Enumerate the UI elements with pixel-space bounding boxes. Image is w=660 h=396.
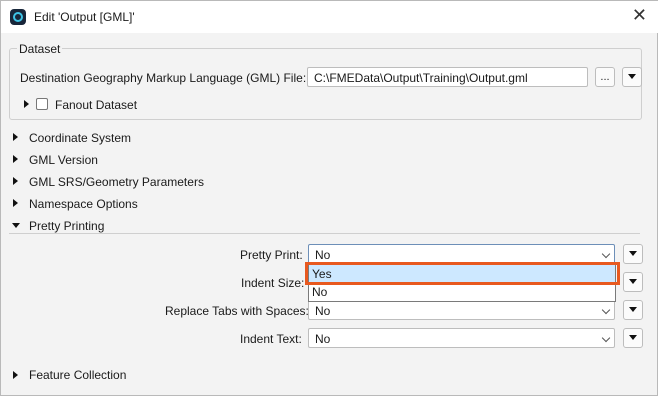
replace-tabs-value: No [315,304,331,318]
fanout-expand-icon[interactable] [24,100,29,108]
triangle-down-icon [629,279,637,284]
gml-version-expand-icon[interactable] [13,155,18,163]
indent-size-label: Indent Size: [241,276,305,290]
namespace-expand-icon[interactable] [13,199,18,207]
title-bar: Edit 'Output [GML]' ✕ [1,1,659,33]
destination-file-label: Destination Geography Markup Language (G… [20,71,307,85]
window-title: Edit 'Output [GML]' [34,10,135,24]
indent-text-select[interactable]: No [308,328,615,348]
indent-text-label: Indent Text: [240,332,302,346]
triangle-down-icon [629,307,637,312]
chevron-down-icon [601,305,611,315]
section-gml-srs-geometry[interactable]: GML SRS/Geometry Parameters [29,175,204,189]
fme-app-icon [10,9,26,25]
dropdown-option-no[interactable]: No [309,283,615,301]
section-pretty-printing[interactable]: Pretty Printing [29,219,104,233]
indent-size-options-button[interactable] [623,272,643,292]
dataset-group-title: Dataset [17,42,63,56]
browse-button[interactable]: ... [595,67,615,87]
triangle-down-icon [629,251,637,256]
triangle-down-icon [629,335,637,340]
replace-tabs-label: Replace Tabs with Spaces: [165,304,309,318]
destination-options-button[interactable] [622,67,642,87]
chevron-down-icon [601,249,611,259]
section-namespace-options[interactable]: Namespace Options [29,197,138,211]
coordinate-system-expand-icon[interactable] [13,133,18,141]
pretty-print-options-button[interactable] [623,244,643,264]
pretty-printing-collapse-icon[interactable] [12,223,20,228]
feature-collection-expand-icon[interactable] [13,371,18,379]
indent-text-options-button[interactable] [623,328,643,348]
section-coordinate-system[interactable]: Coordinate System [29,131,131,145]
pretty-print-value: No [315,248,331,262]
gml-srs-expand-icon[interactable] [13,177,18,185]
pretty-print-label: Pretty Print: [240,248,303,262]
destination-file-input[interactable]: C:\FMEData\Output\Training\Output.gml [307,67,588,87]
pretty-print-select[interactable]: No [308,244,615,264]
fanout-dataset-label: Fanout Dataset [55,98,138,112]
triangle-down-icon [628,74,636,79]
indent-text-value: No [315,332,331,346]
replace-tabs-options-button[interactable] [623,300,643,320]
edit-writer-dialog: Edit 'Output [GML]' ✕ Dataset Destinatio… [0,0,659,396]
replace-tabs-select[interactable]: No [308,300,615,320]
section-feature-collection[interactable]: Feature Collection [29,368,126,382]
chevron-down-icon [601,333,611,343]
section-gml-version[interactable]: GML Version [29,153,98,167]
close-icon[interactable]: ✕ [632,5,647,26]
fanout-checkbox[interactable] [36,98,48,110]
annotation-highlight-box [305,262,620,285]
